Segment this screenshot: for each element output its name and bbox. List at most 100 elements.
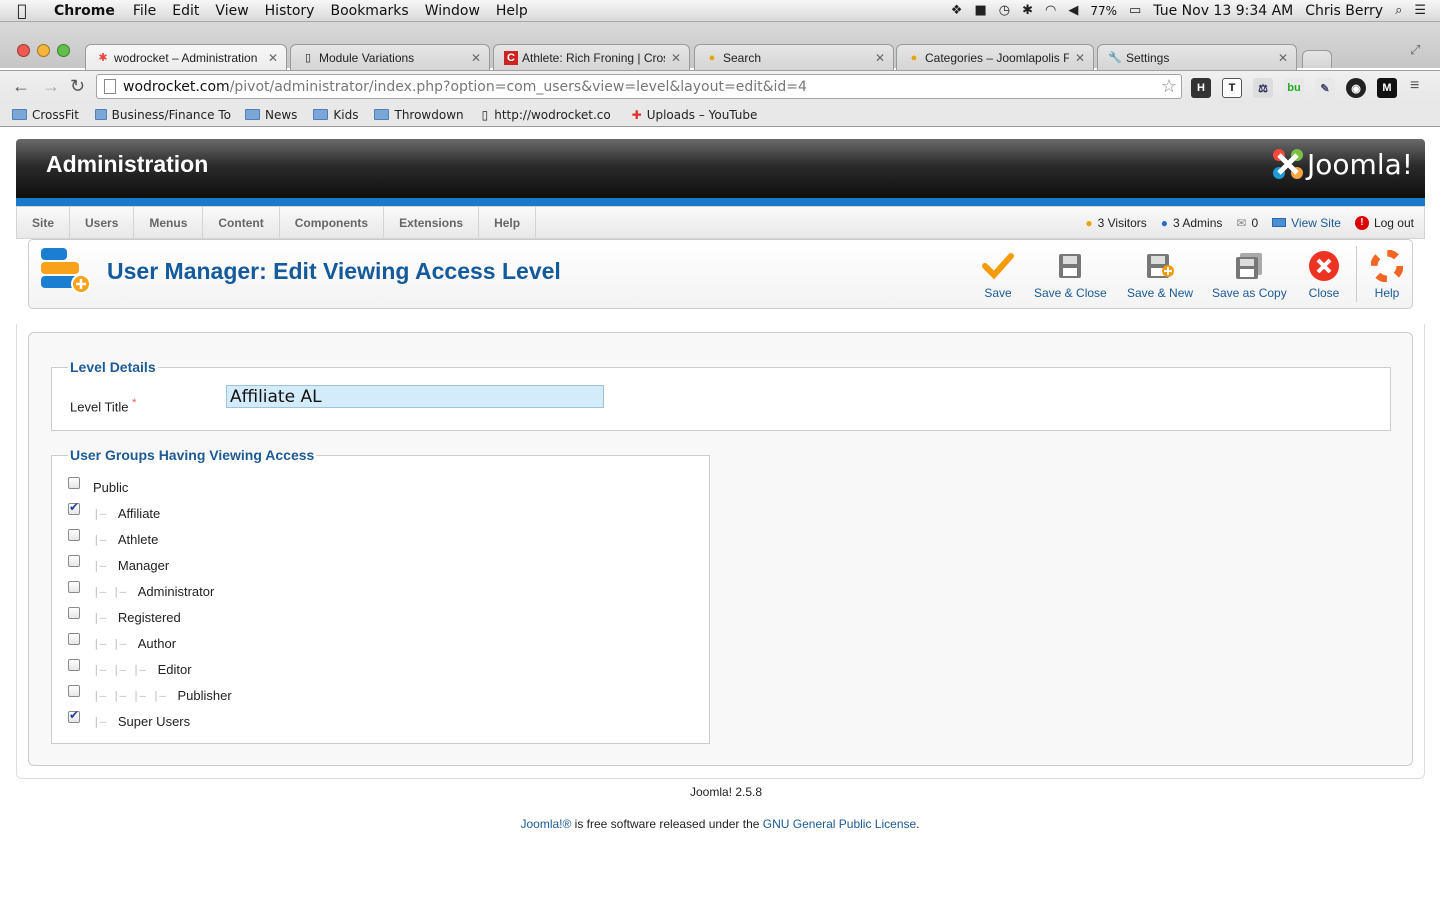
logout-link[interactable]: ! Log out (1354, 215, 1414, 230)
menu-help[interactable]: Help (488, 3, 536, 19)
group-row[interactable]: |— |— |— |— Publisher (68, 683, 232, 707)
apple-icon[interactable]:  (0, 1, 44, 20)
save-button[interactable]: Save (982, 250, 1014, 300)
group-checkbox[interactable] (68, 659, 80, 671)
battery-percent[interactable]: 77% (1090, 4, 1117, 18)
bookmark-business-finance[interactable]: Business/Finance To (94, 108, 231, 122)
level-title-input[interactable] (226, 385, 604, 408)
toolbar-divider (1356, 246, 1357, 302)
minimize-window-icon[interactable] (37, 44, 50, 57)
menu-view[interactable]: View (207, 3, 256, 19)
menu-components[interactable]: Components (280, 207, 385, 238)
tab-athlete[interactable]: C Athlete: Rich Froning | Cross ✕ (493, 44, 690, 70)
group-checkbox[interactable] (68, 581, 80, 593)
extension-scale-icon[interactable]: ⚖ (1253, 78, 1273, 98)
menu-history[interactable]: History (257, 3, 323, 19)
tab-categories[interactable]: ● Categories – Joomlapolis For ✕ (896, 44, 1094, 70)
joomla-logo[interactable]: Joomla! (1271, 147, 1413, 181)
extension-colorwheel-icon[interactable]: ◉ (1346, 78, 1366, 98)
zoom-window-icon[interactable] (57, 44, 70, 57)
save-close-button[interactable]: Save & Close (1034, 250, 1107, 300)
menu-site[interactable]: Site (17, 207, 71, 238)
group-checkbox[interactable] (68, 708, 80, 723)
close-window-icon[interactable] (17, 44, 30, 57)
bookmark-kids[interactable]: Kids (313, 108, 358, 122)
evernote-icon[interactable]: ■ (974, 3, 986, 18)
close-tab-icon[interactable]: ✕ (471, 51, 481, 65)
group-checkbox[interactable] (68, 685, 80, 697)
menu-users[interactable]: Users (70, 207, 135, 238)
address-bar[interactable]: wodrocket.com/pivot/administrator/index.… (96, 74, 1182, 99)
back-icon[interactable]: ← (12, 76, 30, 97)
close-tab-icon[interactable]: ✕ (875, 51, 885, 65)
chrome-menu-icon[interactable]: ≡ (1410, 77, 1419, 95)
view-site-link[interactable]: View Site (1272, 216, 1341, 230)
wifi-icon[interactable]: ◠ (1045, 3, 1056, 18)
notification-icon[interactable]: ☰ (1414, 3, 1426, 18)
bookmark-throwdown[interactable]: Throwdown (374, 108, 464, 122)
group-checkbox[interactable] (68, 477, 80, 489)
extension-bu-icon[interactable]: bu (1284, 78, 1304, 98)
menu-file[interactable]: File (125, 3, 164, 19)
close-button[interactable]: Close (1308, 250, 1340, 300)
save-copy-button[interactable]: Save as Copy (1212, 250, 1287, 300)
group-row[interactable]: |— |— Author (68, 631, 176, 655)
volume-icon[interactable]: ◀ (1068, 3, 1078, 18)
save-new-button[interactable]: Save & New (1127, 250, 1193, 300)
help-button[interactable]: Help (1371, 250, 1403, 300)
tab-settings[interactable]: 🔧 Settings ✕ (1097, 44, 1297, 70)
bookmark-uploads-youtube[interactable]: ✚ Uploads – YouTube (632, 108, 758, 122)
bookmark-news[interactable]: News (244, 108, 297, 122)
gpl-link[interactable]: GNU General Public License (763, 817, 916, 831)
group-row[interactable]: |— |— |— Editor (68, 657, 192, 681)
bookmark-star-icon[interactable]: ☆ (1161, 76, 1177, 97)
group-row[interactable]: |— Registered (68, 605, 181, 629)
fullscreen-icon[interactable]: ⤢ (1410, 42, 1420, 58)
extension-t-icon[interactable]: T (1222, 78, 1242, 98)
spotlight-icon[interactable]: ⌕ (1395, 3, 1402, 18)
close-tab-icon[interactable]: ✕ (671, 51, 681, 65)
clock[interactable]: Tue Nov 13 9:34 AM (1153, 3, 1293, 19)
tab-wodrocket[interactable]: ✱ wodrocket – Administration ✕ (85, 44, 287, 70)
messages-status[interactable]: ✉ 0 (1236, 216, 1258, 230)
group-checkbox[interactable] (68, 555, 80, 567)
time-machine-icon[interactable]: ◷ (999, 3, 1010, 18)
group-checkbox[interactable] (68, 500, 80, 515)
menu-bookmarks[interactable]: Bookmarks (322, 3, 416, 19)
new-tab-button[interactable] (1302, 50, 1332, 68)
tab-search[interactable]: ● Search ✕ (694, 44, 894, 70)
menu-window[interactable]: Window (417, 3, 488, 19)
forward-icon[interactable]: → (42, 76, 60, 97)
group-row[interactable]: |— Manager (68, 553, 169, 577)
user-name[interactable]: Chris Berry (1305, 3, 1383, 19)
close-tab-icon[interactable]: ✕ (1278, 51, 1288, 65)
extension-m-icon[interactable]: M (1377, 78, 1397, 98)
tab-module-variations[interactable]: ▯ Module Variations ✕ (290, 44, 490, 70)
group-checkbox[interactable] (68, 633, 80, 645)
menu-extensions[interactable]: Extensions (384, 207, 480, 238)
extension-h-icon[interactable]: H (1191, 78, 1211, 98)
menu-menus[interactable]: Menus (134, 207, 204, 238)
bookmark-crossfit[interactable]: CrossFit (12, 108, 79, 122)
menu-content[interactable]: Content (203, 207, 280, 238)
close-tab-icon[interactable]: ✕ (1075, 51, 1085, 65)
group-checkbox[interactable] (68, 529, 80, 541)
battery-icon[interactable]: ▭ (1129, 3, 1141, 18)
close-tab-icon[interactable]: ✕ (268, 51, 278, 65)
save-close-label: Save & Close (1034, 286, 1107, 300)
group-row[interactable]: Public (68, 475, 128, 499)
extension-eyedropper-icon[interactable]: ✎ (1315, 78, 1335, 98)
reload-icon[interactable]: ↻ (70, 76, 85, 97)
group-row[interactable]: |— Affiliate (68, 500, 160, 525)
dropbox-icon[interactable]: ❖ (951, 3, 963, 18)
bookmark-wodrocket[interactable]: ▯ http://wodrocket.co (482, 108, 616, 122)
joomla-link[interactable]: Joomla!® (520, 817, 571, 831)
group-checkbox[interactable] (68, 607, 80, 619)
menu-edit[interactable]: Edit (164, 3, 207, 19)
group-row[interactable]: |— |— Administrator (68, 579, 214, 603)
bluetooth-icon[interactable]: ✱ (1022, 3, 1033, 18)
app-menu[interactable]: Chrome (44, 3, 125, 19)
group-row[interactable]: |— Athlete (68, 527, 158, 551)
group-row[interactable]: |— Super Users (68, 708, 190, 733)
menu-help[interactable]: Help (479, 207, 537, 238)
